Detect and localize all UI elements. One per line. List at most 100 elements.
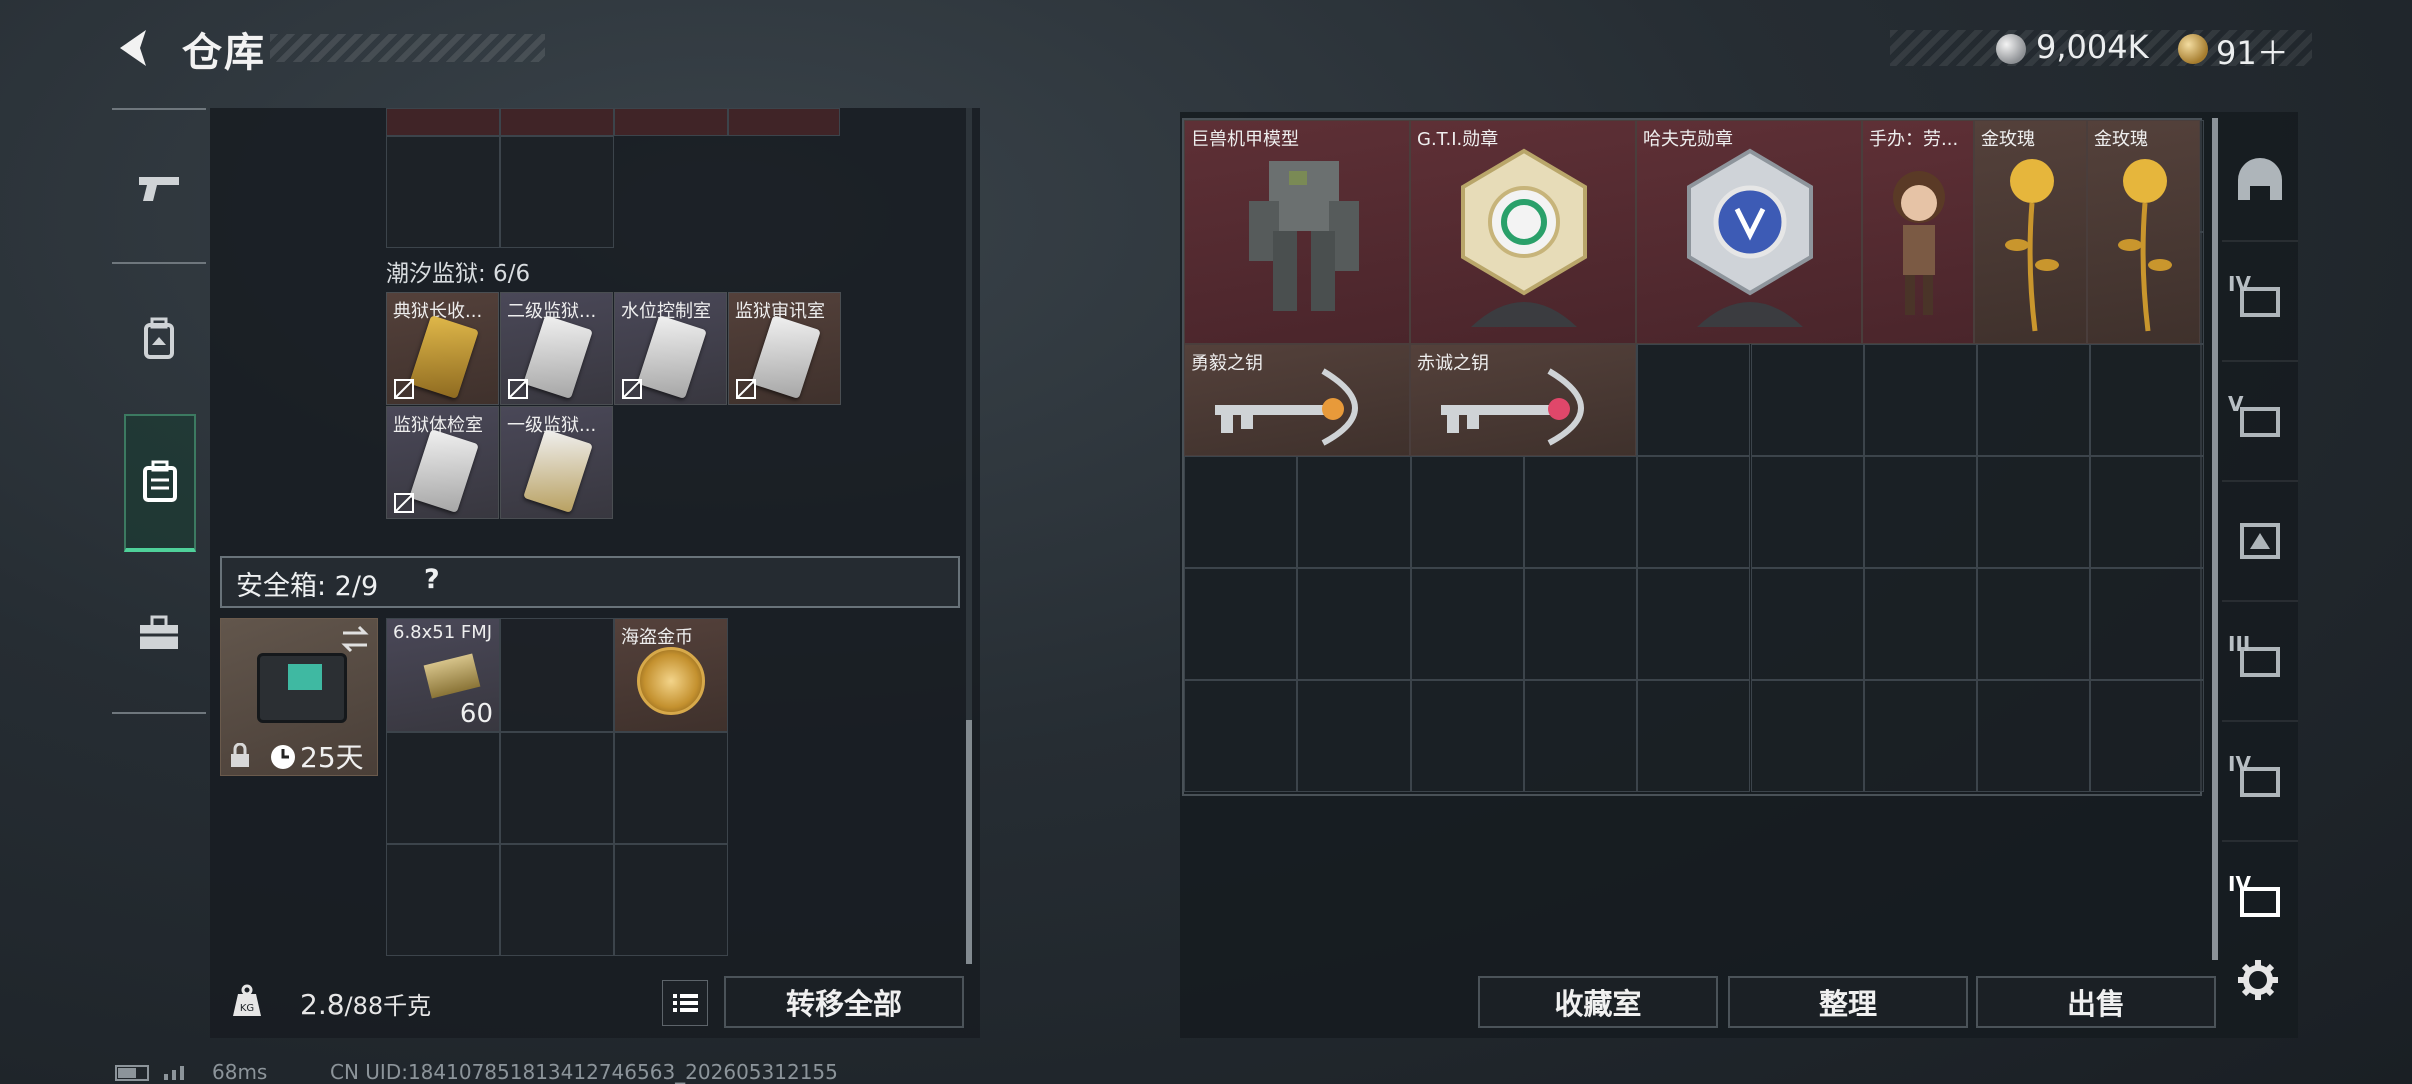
stash-grid-cell[interactable] (1410, 680, 1524, 792)
filter-tier-v[interactable]: V (2222, 360, 2298, 480)
filter-tier-iv-c[interactable]: IV (2222, 840, 2298, 960)
transfer-all-button[interactable]: 转移全部 (724, 976, 964, 1028)
figurine-item[interactable]: 手办：劳... (1862, 120, 1974, 344)
stash-grid-cell[interactable] (1750, 344, 1864, 456)
stash-grid-cell[interactable] (1523, 568, 1638, 680)
sell-button[interactable]: 出售 (1976, 976, 2216, 1028)
grid-cell[interactable] (614, 844, 728, 956)
gti-medal-item[interactable]: G.T.I.勋章 (1410, 120, 1636, 344)
stash-grid-cell[interactable] (1297, 568, 1411, 680)
filter-tier-iii[interactable]: III (2222, 600, 2298, 720)
filter-tier-iv[interactable]: IV (2222, 240, 2298, 360)
nav-containers[interactable] (124, 414, 196, 552)
keycard-icon (523, 429, 593, 513)
stash-grid-cell[interactable] (2090, 456, 2204, 568)
keycard-icon (523, 315, 593, 399)
stash-grid-cell[interactable] (1523, 456, 1638, 568)
settings-gear-icon[interactable] (2236, 958, 2280, 1002)
stash-grid-cell[interactable] (1637, 456, 1751, 568)
key-item[interactable]: 赤诚之钥 (1410, 344, 1636, 456)
stash-grid-cell[interactable] (1523, 680, 1638, 792)
gold-rose-item[interactable]: 金玫瑰 (1974, 120, 2087, 344)
stash-grid-cell[interactable] (1863, 344, 1978, 456)
grid-cell[interactable] (386, 732, 500, 844)
svg-text:KG: KG (240, 1003, 254, 1014)
stash-grid-cell[interactable] (1297, 680, 1411, 792)
stash-grid-cell[interactable] (1184, 456, 1298, 568)
stash-grid-cell[interactable] (1977, 680, 2091, 792)
stash-grid-cell[interactable] (1863, 680, 1978, 792)
stash-grid-cell[interactable] (1184, 568, 1298, 680)
nav-divider (112, 712, 206, 714)
sort-button[interactable]: 整理 (1728, 976, 1968, 1028)
collection-room-button[interactable]: 收藏室 (1478, 976, 1718, 1028)
grid-cell[interactable] (500, 108, 614, 136)
grid-cell[interactable] (728, 108, 840, 136)
gold-rose-item[interactable]: 金玫瑰 (2087, 120, 2200, 344)
grid-cell[interactable] (500, 618, 614, 732)
haavk-medal-item[interactable]: 哈夫克勋章 (1636, 120, 1862, 344)
stash-grid-cell[interactable] (1410, 456, 1524, 568)
stash-grid-cell[interactable] (1637, 680, 1751, 792)
keycard-item[interactable]: 二级监狱... (500, 292, 613, 405)
filter-helmet[interactable] (2222, 120, 2298, 240)
stash-grid-cell[interactable] (1637, 344, 1751, 456)
stash-grid-cell[interactable] (1977, 344, 2091, 456)
stash-grid-cell[interactable] (2090, 680, 2204, 792)
stash-grid-cell[interactable] (1637, 568, 1751, 680)
stash-grid-cell[interactable] (2090, 568, 2204, 680)
keycard-item[interactable]: 监狱审讯室 (728, 292, 841, 405)
grid-cell[interactable] (614, 108, 728, 136)
back-arrow-icon[interactable] (112, 26, 156, 70)
stash-grid-cell[interactable] (1750, 680, 1864, 792)
grid-cell[interactable] (614, 732, 728, 844)
list-icon (673, 994, 698, 1012)
nav-weapons[interactable] (112, 120, 206, 258)
right-scrollbar-thumb[interactable] (2212, 118, 2218, 960)
keycard-item[interactable]: 典狱长收... (386, 292, 499, 405)
stash-grid-cell[interactable] (1863, 456, 1978, 568)
stash-grid-cell[interactable] (1184, 680, 1298, 792)
stash-grid-cell[interactable] (1977, 568, 2091, 680)
item-label: 海盗金币 (621, 627, 693, 648)
keycard-item[interactable]: 一级监狱... (500, 406, 613, 519)
grid-cell[interactable] (500, 732, 614, 844)
filter-tier-iv-b[interactable]: IV (2222, 720, 2298, 840)
help-icon[interactable]: ? (424, 564, 440, 595)
coin-item[interactable]: 海盗金币 (614, 618, 728, 732)
grid-cell[interactable] (500, 136, 614, 248)
item-count: 60 (459, 699, 493, 729)
keycard-icon (637, 315, 707, 399)
stash-grid-cell[interactable] (1410, 568, 1524, 680)
list-view-button[interactable] (662, 980, 708, 1026)
nav-armor[interactable] (112, 270, 206, 408)
pirate-coin-icon (637, 647, 705, 715)
stash-grid-cell[interactable] (1863, 568, 1978, 680)
stash-grid-cell[interactable] (1977, 456, 2091, 568)
key-item[interactable]: 勇毅之钥 (1184, 344, 1410, 456)
backpack-icon (144, 317, 174, 359)
weight-total: /88千克 (344, 992, 432, 1020)
stash-grid-cell[interactable] (2090, 344, 2204, 456)
keycard-item[interactable]: 水位控制室 (614, 292, 727, 405)
stash-grid-cell[interactable] (1750, 456, 1864, 568)
left-scrollbar-thumb[interactable] (966, 720, 972, 964)
keycard-item[interactable]: 监狱体检室 (386, 406, 499, 519)
stash-grid-cell[interactable] (1297, 456, 1411, 568)
no-bind-icon (394, 379, 414, 399)
ammo-item[interactable]: 6.8x51 FMJ 60 (386, 618, 500, 732)
rose-icon (2118, 159, 2172, 332)
silver-coin-icon (1996, 34, 2026, 64)
stash-grid-cell[interactable] (1750, 568, 1864, 680)
grid-cell[interactable] (386, 844, 500, 956)
grid-cell[interactable] (386, 136, 500, 248)
nav-divider (112, 262, 206, 264)
filter-map[interactable] (2222, 480, 2298, 600)
mech-figure-icon (1249, 161, 1359, 311)
mech-model-item[interactable]: 巨兽机甲模型 (1184, 120, 1410, 344)
gold-amount[interactable]: 91＋ (2216, 28, 2289, 74)
grid-cell[interactable] (500, 844, 614, 956)
nav-tools[interactable] (112, 564, 206, 702)
grid-cell[interactable] (386, 108, 500, 136)
silver-amount: 9,004K (2036, 28, 2149, 66)
